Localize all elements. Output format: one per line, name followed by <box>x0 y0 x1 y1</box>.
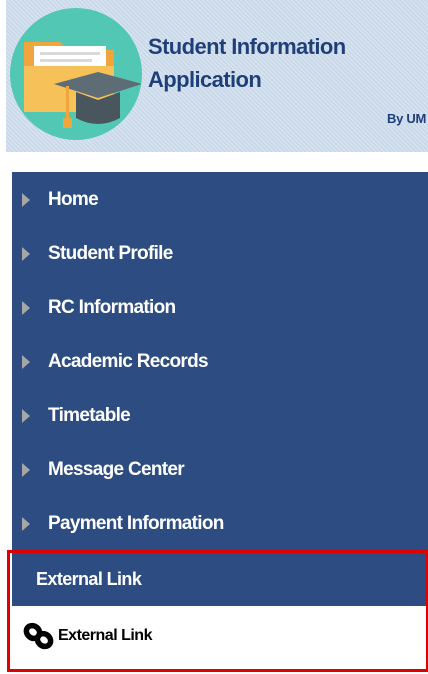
external-link-header-label: External Link <box>36 569 142 589</box>
nav-item-label: Timetable <box>48 405 131 426</box>
app-header: Student Information Application By UM <box>6 0 428 152</box>
nav-item-home[interactable]: Home <box>12 173 428 227</box>
nav-item-label: Home <box>48 189 99 210</box>
external-link-section: External Link External Link <box>7 550 428 672</box>
external-link-label: External Link <box>58 627 152 644</box>
nav-item-label: Academic Records <box>48 351 209 372</box>
caret-right-icon <box>22 517 30 531</box>
app-frame: Student Information Application By UM Ho… <box>0 0 428 674</box>
main-nav-menu: Home Student Profile RC Information Acad… <box>12 172 428 550</box>
caret-right-icon <box>22 193 30 207</box>
nav-item-label: Message Center <box>48 459 185 480</box>
caret-right-icon <box>22 463 30 477</box>
by-line: By UM <box>387 111 426 126</box>
nav-item-payment-information[interactable]: Payment Information <box>12 497 428 551</box>
nav-item-academic-records[interactable]: Academic Records <box>12 335 428 389</box>
nav-item-student-profile[interactable]: Student Profile <box>12 227 428 281</box>
external-link-header[interactable]: External Link <box>12 553 426 606</box>
caret-right-icon <box>22 301 30 315</box>
app-title: Student Information Application <box>148 30 418 96</box>
nav-item-label: RC Information <box>48 297 176 318</box>
nav-item-rc-information[interactable]: RC Information <box>12 281 428 335</box>
chain-link-icon <box>23 622 54 650</box>
nav-item-label: Student Profile <box>48 243 173 264</box>
external-link-item[interactable]: External Link <box>22 611 152 661</box>
nav-item-message-center[interactable]: Message Center <box>12 443 428 497</box>
caret-right-icon <box>22 247 30 261</box>
caret-right-icon <box>22 355 30 369</box>
nav-item-timetable[interactable]: Timetable <box>12 389 428 443</box>
folder-graduation-cap-icon <box>10 8 142 140</box>
caret-right-icon <box>22 409 30 423</box>
app-title-line-2: Application <box>148 67 262 92</box>
app-title-line-1: Student Information <box>148 34 346 59</box>
nav-item-label: Payment Information <box>48 513 224 534</box>
